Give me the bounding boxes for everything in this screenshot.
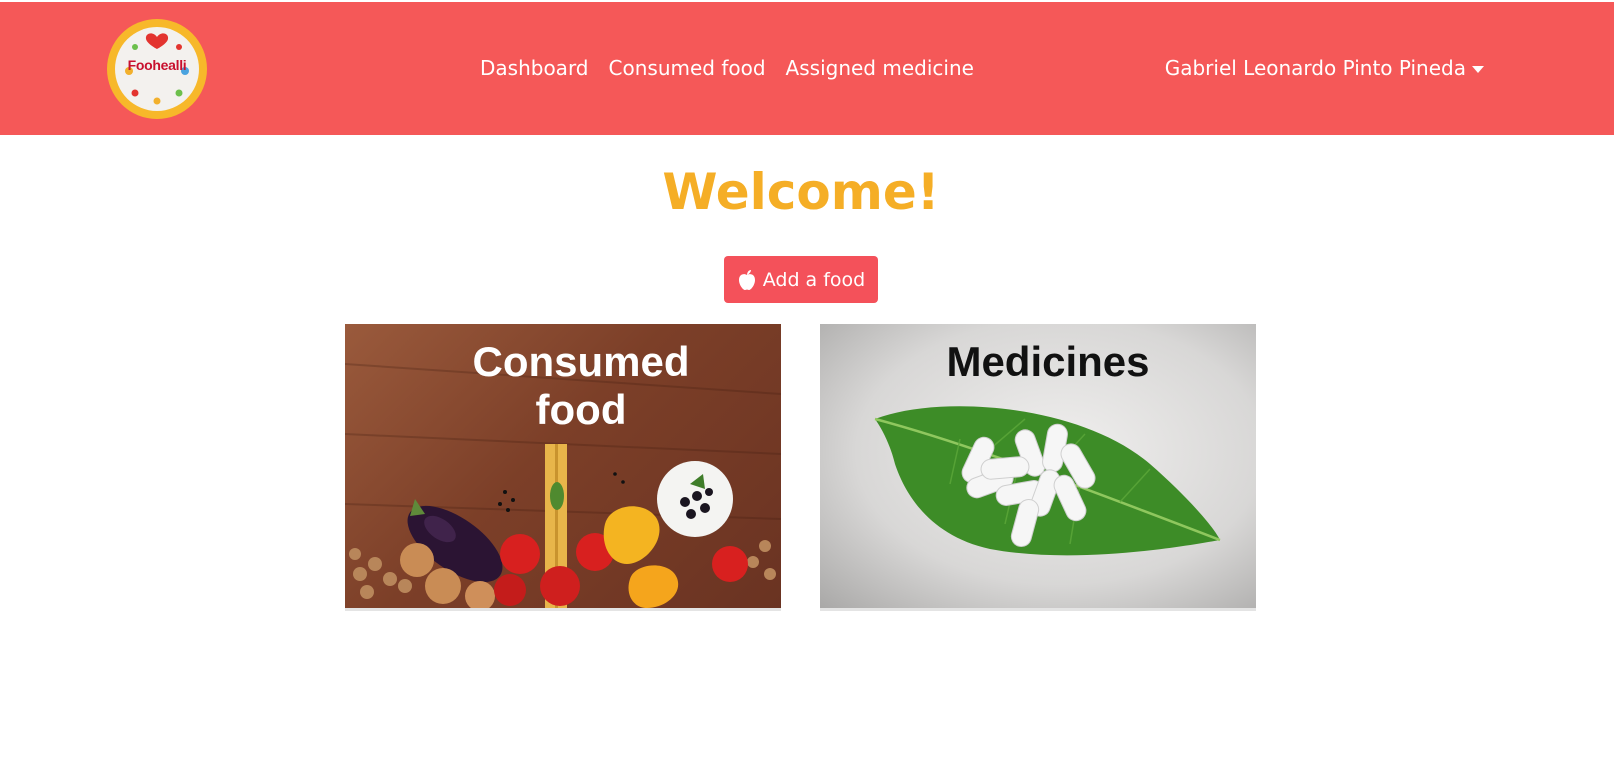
apple-icon <box>738 269 755 290</box>
nav-dashboard[interactable]: Dashboard <box>480 56 589 80</box>
add-food-label: Add a food <box>762 268 866 291</box>
nav-assigned-medicine[interactable]: Assigned medicine <box>786 56 974 80</box>
caret-down-icon <box>1472 65 1484 73</box>
user-name: Gabriel Leonardo Pinto Pineda <box>1164 56 1466 80</box>
page-heading: Welcome! <box>662 163 940 221</box>
medicines-title: Medicines <box>946 338 1150 385</box>
consumed-food-title: Consumed food <box>363 338 781 434</box>
logo-text: Foohealli <box>127 57 187 73</box>
medicines-card[interactable]: Medicines <box>820 324 1256 611</box>
main-nav: Dashboard Consumed food Assigned medicin… <box>480 56 974 80</box>
add-food-button[interactable]: Add a food <box>724 256 878 303</box>
nav-consumed-food[interactable]: Consumed food <box>609 56 766 80</box>
logo-badge: Foohealli <box>115 27 199 111</box>
user-menu-dropdown[interactable]: Gabriel Leonardo Pinto Pineda <box>1165 56 1484 80</box>
consumed-food-title-line1: Consumed <box>472 338 690 385</box>
consumed-food-card[interactable]: Consumed food <box>345 324 781 611</box>
navbar: Foohealli Dashboard Consumed food Assign… <box>0 2 1614 135</box>
app-logo[interactable]: Foohealli <box>107 19 207 119</box>
consumed-food-title-line2: food <box>535 386 627 433</box>
